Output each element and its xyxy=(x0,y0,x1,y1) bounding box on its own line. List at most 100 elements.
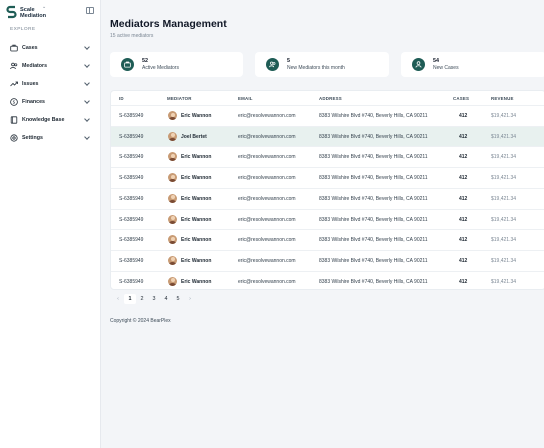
stat-value: 5 xyxy=(287,58,290,64)
column-header-email[interactable]: EMAIL xyxy=(238,96,253,101)
sidebar-item-label: Issues xyxy=(22,81,39,87)
sidebar-item-label: Settings xyxy=(22,135,43,141)
cell-email: eric@resolvewannon.com xyxy=(238,216,296,223)
table-row[interactable]: S-6385949 Eric Wannon eric@resolvewannon.c… xyxy=(111,208,544,230)
cell-address: 8383 Wilshire Blvd #740, Beverly Hills, … xyxy=(319,216,428,223)
cell-cases: 412 xyxy=(459,278,468,285)
cell-cases: 412 xyxy=(459,113,468,119)
mediators-table: ID MEDIATOR EMAIL ADDRESS CASES REVENUE … xyxy=(110,90,544,290)
pagination-prev[interactable]: ‹ xyxy=(112,294,124,304)
sidebar-item-cases[interactable]: Cases xyxy=(0,39,100,57)
cell-id: S-6385949 xyxy=(119,257,144,264)
cell-email: eric@resolvewannon.com xyxy=(238,237,296,244)
column-header-id[interactable]: ID xyxy=(119,96,124,101)
person-icon xyxy=(412,58,425,71)
stat-label: Active Mediators xyxy=(142,65,179,71)
cell-cases: 412 xyxy=(459,237,468,244)
sidebar-item-knowledge-base[interactable]: Knowledge Base xyxy=(0,111,100,129)
sidebar-item-label: Mediators xyxy=(22,63,48,69)
pagination-page-1[interactable]: 1 xyxy=(124,294,136,304)
cell-address: 8383 Wilshire Blvd #740, Beverly Hills, … xyxy=(319,195,428,202)
page-subtitle: 15 active mediators xyxy=(110,33,154,39)
pagination-page-4[interactable]: 4 xyxy=(160,294,172,304)
pagination: ‹ 1 2 3 4 5 › xyxy=(112,294,196,304)
cell-address: 8383 Wilshire Blvd #740, Beverly Hills, … xyxy=(319,257,428,264)
table-row[interactable]: S-6385949 Eric Wannon eric@resolvewannon.c… xyxy=(111,146,544,167)
pagination-next[interactable]: › xyxy=(184,294,196,304)
cell-mediator-name: Eric Wannon xyxy=(181,257,212,264)
pagination-page-3[interactable]: 3 xyxy=(148,294,160,304)
users-icon xyxy=(10,62,18,70)
svg-text:$: $ xyxy=(13,100,16,106)
cell-id: S-6385949 xyxy=(119,113,144,119)
cell-mediator-name: Eric Wannon xyxy=(181,237,212,244)
cell-email: eric@resolvewannon.com xyxy=(238,154,296,161)
stat-card-active-mediators: 52 Active Mediators xyxy=(110,52,243,77)
cell-address: 8383 Wilshire Blvd #740, Beverly Hills, … xyxy=(319,133,428,140)
cell-mediator-name: Eric Wannon xyxy=(181,216,212,223)
table-row[interactable]: S-6385949 Eric Wannon eric@resolvewannon.c… xyxy=(111,270,544,289)
sidebar-item-issues[interactable]: Issues xyxy=(0,75,100,93)
table-row[interactable]: S-6385949 Eric Wannon eric@resolvewannon.c… xyxy=(111,167,544,188)
sidebar-item-settings[interactable]: Settings xyxy=(0,129,100,147)
cell-mediator-name: Eric Wannon xyxy=(181,113,212,119)
cell-cases: 412 xyxy=(459,154,468,161)
trending-icon xyxy=(10,80,18,88)
cell-mediator-name: Eric Wannon xyxy=(181,175,212,182)
cell-address: 8383 Wilshire Blvd #740, Beverly Hills, … xyxy=(319,113,428,119)
sidebar-item-label: Knowledge Base xyxy=(22,117,65,123)
briefcase-icon xyxy=(10,44,18,52)
collapse-sidebar-icon[interactable] xyxy=(86,7,94,14)
main-content: Mediators Management 15 active mediators… xyxy=(101,0,544,448)
cell-id: S-6385949 xyxy=(119,195,144,202)
cell-revenue: $19,421.34 xyxy=(491,195,517,202)
brand-logo[interactable]: Scale Mediation xyxy=(6,5,46,20)
cell-revenue: $19,421.34 xyxy=(491,133,517,140)
cell-cases: 412 xyxy=(459,133,468,140)
cell-mediator-name: Joel Bertet xyxy=(181,133,207,140)
avatar xyxy=(168,111,177,120)
pagination-page-5[interactable]: 5 xyxy=(172,294,184,304)
table-row[interactable]: S-6385949 Eric Wannon eric@resolvewannon.c… xyxy=(111,249,544,271)
sidebar: Scale Mediation ⌄ EXPLORE Cases Mediator… xyxy=(0,0,101,448)
cell-cases: 412 xyxy=(459,216,468,223)
cell-id: S-6385949 xyxy=(119,154,144,161)
chevron-down-icon xyxy=(84,44,90,50)
table-row[interactable]: S-6385949 Eric Wannon eric@resolvewannon.c… xyxy=(111,229,544,250)
cell-email: eric@resolvewannon.com xyxy=(238,195,296,202)
stat-card-new-cases: 54 New Cases xyxy=(401,52,544,77)
stat-label: New Cases xyxy=(433,65,459,71)
page-title: Mediators Management xyxy=(110,18,227,30)
cell-email: eric@resolvewannon.com xyxy=(238,133,296,140)
cell-revenue: $19,421.34 xyxy=(491,113,517,119)
chevron-down-icon[interactable]: ⌄ xyxy=(42,4,46,10)
cell-id: S-6385949 xyxy=(119,133,144,140)
pagination-page-2[interactable]: 2 xyxy=(136,294,148,304)
chevron-down-icon xyxy=(84,62,90,68)
sidebar-item-mediators[interactable]: Mediators xyxy=(0,57,100,75)
cell-mediator-name: Eric Wannon xyxy=(181,195,212,202)
table-header: ID MEDIATOR EMAIL ADDRESS CASES REVENUE xyxy=(111,91,544,105)
stat-value: 54 xyxy=(433,58,439,64)
gear-icon xyxy=(10,134,18,142)
chevron-down-icon xyxy=(84,134,90,140)
book-icon xyxy=(10,116,18,124)
avatar xyxy=(168,235,177,245)
column-header-revenue[interactable]: REVENUE xyxy=(491,96,514,101)
column-header-mediator[interactable]: MEDIATOR xyxy=(167,96,192,101)
copyright-text: Copyright © 2024 BearPlex xyxy=(110,318,171,324)
table-row[interactable]: S-6385949 Joel Bertet eric@resolvewannon.c… xyxy=(111,125,544,147)
table-row[interactable]: S-6385949 Eric Wannon eric@resolvewannon.c… xyxy=(111,187,544,209)
chevron-down-icon xyxy=(84,98,90,104)
column-header-cases[interactable]: CASES xyxy=(453,96,469,101)
stat-label: New Mediators this month xyxy=(287,65,345,71)
avatar xyxy=(168,193,177,203)
chevron-down-icon xyxy=(84,116,90,122)
cell-address: 8383 Wilshire Blvd #740, Beverly Hills, … xyxy=(319,237,428,244)
sidebar-item-finances[interactable]: $ Finances xyxy=(0,93,100,111)
sidebar-nav: Cases Mediators Issues $ Finances Knowle… xyxy=(0,39,100,147)
column-header-address[interactable]: ADDRESS xyxy=(319,96,342,101)
cell-revenue: $19,421.34 xyxy=(491,154,517,161)
avatar xyxy=(168,131,177,141)
table-row[interactable]: S-6385949 Eric Wannon eric@resolvewannon.c… xyxy=(111,105,544,126)
